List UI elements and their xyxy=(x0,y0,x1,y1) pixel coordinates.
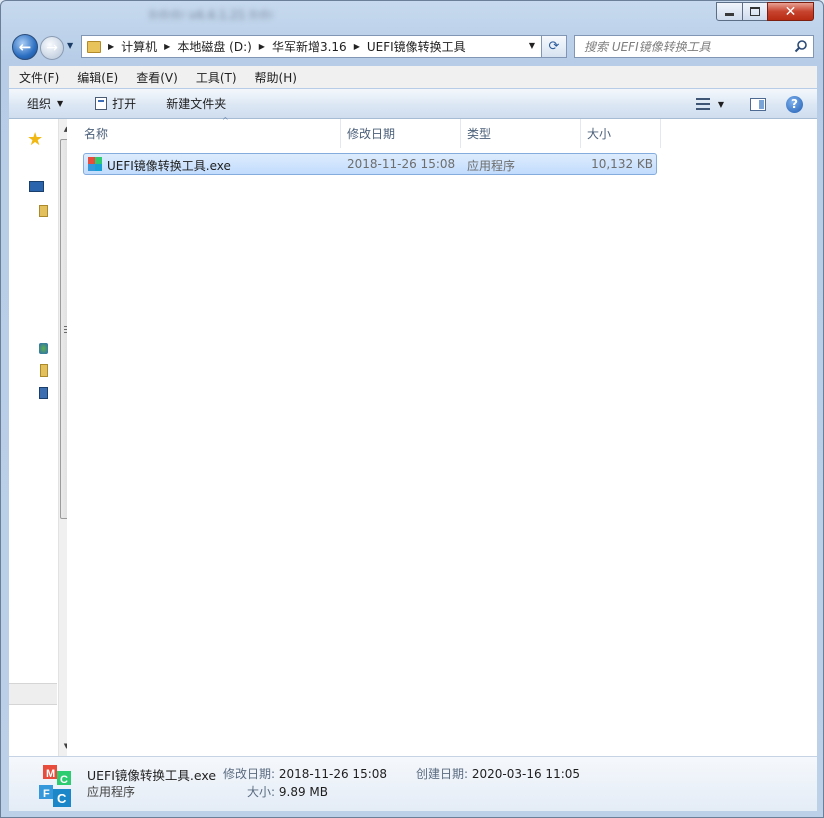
refresh-icon: ⟳ xyxy=(548,39,560,54)
homegroup-icon[interactable] xyxy=(39,343,48,354)
svg-text:C: C xyxy=(60,774,68,786)
mfc-application-icon xyxy=(88,157,102,171)
close-button[interactable]: ✕ xyxy=(767,2,814,21)
breadcrumb-computer[interactable]: 计算机 xyxy=(121,38,157,55)
title-bar[interactable]: ﾀｧﾀｧﾀｧ v4.4.1.21 ﾀｧﾀｧ ✕ xyxy=(1,1,823,31)
column-header-date-modified[interactable]: 修改日期 xyxy=(341,119,461,148)
menu-view[interactable]: 查看(V) xyxy=(126,69,186,86)
desktop-icon[interactable] xyxy=(29,181,44,192)
file-size: 10,132 KB xyxy=(591,157,653,171)
column-header-size-label: 大小 xyxy=(587,127,612,141)
file-type: 应用程序 xyxy=(467,159,516,173)
new-folder-button[interactable]: 新建文件夹 xyxy=(166,95,226,112)
address-bar[interactable]: ▶ 计算机 ▶ 本地磁盘 (D:) ▶ 华军新增3.16 ▶ UEFI镜像转换工… xyxy=(81,35,542,58)
window-title: ﾀｧﾀｧﾀｧ v4.4.1.21 ﾀｧﾀｧ xyxy=(149,8,274,22)
horizontal-scrollbar[interactable] xyxy=(9,683,57,705)
breadcrumb-separator-icon[interactable]: ▶ xyxy=(108,42,114,51)
breadcrumb-separator-icon[interactable]: ▶ xyxy=(354,42,360,51)
details-size-value: 9.89 MB xyxy=(278,785,328,799)
search-icon[interactable] xyxy=(794,39,808,53)
menu-file[interactable]: 文件(F) xyxy=(9,69,67,86)
help-icon[interactable]: ? xyxy=(786,95,803,113)
open-button[interactable]: 打开 xyxy=(95,95,136,112)
file-date-modified: 2018-11-26 15:08 xyxy=(347,157,456,171)
search-placeholder: 搜索 UEFI镜像转换工具 xyxy=(584,40,711,54)
organize-label: 组织 xyxy=(27,97,52,111)
organize-button[interactable]: 组织 ▼ xyxy=(27,95,63,112)
sort-ascending-icon: ^ xyxy=(222,116,229,125)
column-header-name-label: 名称 xyxy=(84,127,109,141)
file-list[interactable]: ^ 名称 修改日期 类型 大小 UEFI镜像转换工具.exe 2018-11-2… xyxy=(67,116,817,756)
menu-bar: 文件(F) 编辑(E) 查看(V) 工具(T) 帮助(H) xyxy=(9,66,817,88)
minimize-icon xyxy=(725,13,734,16)
details-file-name: UEFI镜像转换工具.exe xyxy=(87,768,217,783)
refresh-button[interactable]: ⟳ xyxy=(542,35,567,58)
svg-text:C: C xyxy=(57,791,67,806)
favorites-star-icon[interactable]: ★ xyxy=(27,131,43,149)
breadcrumb-separator-icon[interactable]: ▶ xyxy=(259,42,265,51)
column-header-date-label: 修改日期 xyxy=(347,127,396,141)
navigation-row: ← → ▼ ▶ 计算机 ▶ 本地磁盘 (D:) ▶ 华军新增3.16 ▶ UEF… xyxy=(1,31,823,63)
view-dropdown-icon[interactable]: ▼ xyxy=(718,100,724,109)
details-created-value: 2020-03-16 11:05 xyxy=(471,767,581,781)
preview-pane-icon[interactable] xyxy=(750,97,766,111)
minimize-button[interactable] xyxy=(716,2,743,21)
column-header-size[interactable]: 大小 xyxy=(581,119,661,148)
view-options-icon[interactable] xyxy=(695,98,710,110)
breadcrumb-folder[interactable]: 华军新增3.16 xyxy=(272,38,347,55)
back-button[interactable]: ← xyxy=(12,34,38,60)
menu-help[interactable]: 帮助(H) xyxy=(245,69,305,86)
details-date-created: 创建日期: 2020-03-16 11:05 xyxy=(416,765,580,782)
folder-icon xyxy=(87,40,101,53)
command-bar-right: ▼ ? xyxy=(695,89,817,119)
open-label: 打开 xyxy=(112,97,137,111)
breadcrumb-separator-icon[interactable]: ▶ xyxy=(164,42,170,51)
maximize-button[interactable] xyxy=(742,2,768,21)
column-header-name[interactable]: ^ 名称 xyxy=(84,116,341,148)
svg-text:M: M xyxy=(46,768,55,780)
column-header-type-label: 类型 xyxy=(467,127,492,141)
computer-icon[interactable] xyxy=(39,387,48,399)
forward-button[interactable]: → xyxy=(40,36,64,60)
new-folder-label: 新建文件夹 xyxy=(166,97,227,111)
details-created-label: 创建日期: xyxy=(416,767,469,781)
maximize-icon xyxy=(750,7,760,16)
libraries-icon[interactable] xyxy=(39,205,48,217)
back-arrow-icon: ← xyxy=(18,38,32,56)
details-size: 大小: 9.89 MB xyxy=(247,783,328,800)
recent-pages-dropdown[interactable]: ▼ xyxy=(67,41,73,50)
breadcrumb-local-disk[interactable]: 本地磁盘 (D:) xyxy=(177,38,251,55)
folder-icon[interactable] xyxy=(40,364,48,377)
details-pane: M C F C UEFI镜像转换工具.exe 应用程序 修改日期: 2018-1… xyxy=(9,756,817,811)
details-modified-label: 修改日期: xyxy=(223,767,276,781)
menu-edit[interactable]: 编辑(E) xyxy=(67,69,126,86)
svg-text:F: F xyxy=(43,788,50,800)
mfc-application-icon: M C F C xyxy=(39,765,71,807)
details-file-type: 应用程序 xyxy=(87,785,136,799)
details-size-label: 大小: xyxy=(247,785,276,799)
address-dropdown-icon[interactable]: ▼ xyxy=(529,41,535,50)
menu-tools[interactable]: 工具(T) xyxy=(186,69,245,86)
details-date-modified: 修改日期: 2018-11-26 15:08 xyxy=(223,765,387,782)
explorer-window: ﾀｧﾀｧﾀｧ v4.4.1.21 ﾀｧﾀｧ ✕ ← → ▼ ▶ 计算机 ▶ 本地… xyxy=(0,0,824,818)
search-input[interactable]: 搜索 UEFI镜像转换工具 xyxy=(574,35,814,58)
breadcrumb-current-folder[interactable]: UEFI镜像转换工具 xyxy=(367,38,466,55)
file-name: UEFI镜像转换工具.exe xyxy=(107,159,231,173)
details-modified-value: 2018-11-26 15:08 xyxy=(278,767,388,781)
command-bar: 组织 ▼ 打开 新建文件夹 ▼ ? xyxy=(9,89,817,119)
navigation-pane[interactable]: ★ ▲ ▼ xyxy=(9,119,74,756)
forward-arrow-icon: → xyxy=(46,40,58,56)
chevron-down-icon: ▼ xyxy=(57,99,64,108)
close-icon: ✕ xyxy=(784,3,797,20)
column-header-type[interactable]: 类型 xyxy=(461,119,581,148)
open-icon xyxy=(95,97,108,110)
file-row[interactable]: UEFI镜像转换工具.exe 2018-11-26 15:08 应用程序 10,… xyxy=(83,153,657,175)
